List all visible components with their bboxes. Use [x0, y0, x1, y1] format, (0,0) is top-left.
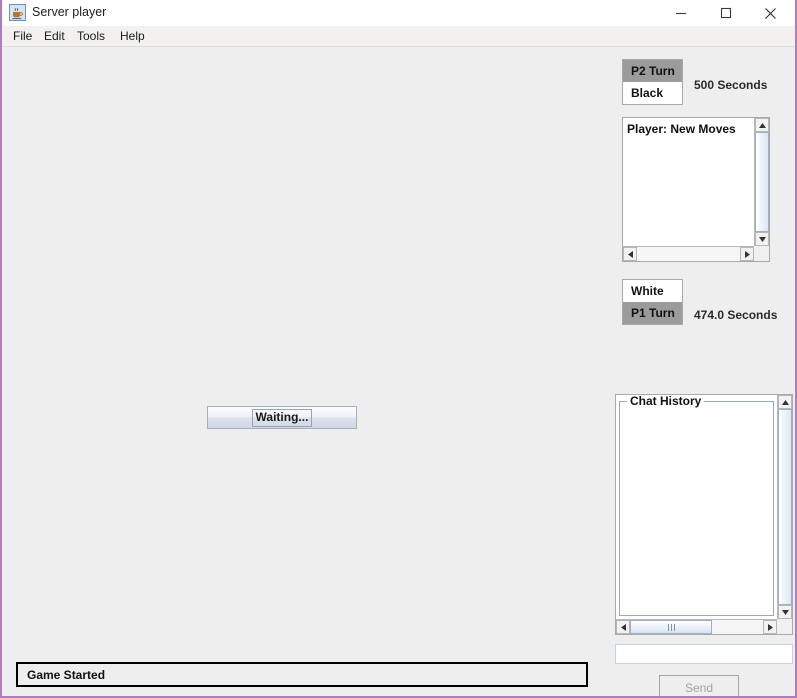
- moves-text: Player: New Moves: [627, 122, 736, 136]
- chat-history-titled-border: Chat History: [619, 395, 774, 616]
- player-two-timer: 500 Seconds: [694, 78, 768, 92]
- moves-vertical-track[interactable]: [755, 132, 769, 232]
- player-one-timer: 474.0 Seconds: [694, 308, 778, 322]
- waiting-button[interactable]: Waiting...: [207, 406, 357, 429]
- close-icon[interactable]: [748, 0, 793, 26]
- chat-horizontal-scrollbar[interactable]: [616, 619, 777, 634]
- triangle-left-icon[interactable]: [623, 247, 637, 261]
- moves-vertical-thumb[interactable]: [755, 132, 769, 232]
- chat-message-input[interactable]: [615, 644, 793, 664]
- menu-item-file[interactable]: File: [8, 28, 37, 44]
- chat-horizontal-track[interactable]: [630, 620, 763, 634]
- triangle-right-icon[interactable]: [740, 247, 754, 261]
- moves-viewport[interactable]: Player: New Moves: [623, 118, 754, 246]
- send-button[interactable]: Send: [659, 675, 739, 696]
- title-bar: Server player: [2, 0, 795, 27]
- menu-item-edit[interactable]: Edit: [39, 28, 70, 44]
- triangle-up-icon[interactable]: [778, 395, 792, 409]
- send-button-label: Send: [684, 681, 714, 695]
- status-bar: Game Started: [16, 662, 588, 687]
- chat-vertical-track[interactable]: [778, 409, 792, 605]
- triangle-down-icon[interactable]: [778, 605, 792, 619]
- content-area: Waiting... Game Started P2 Turn Black 50…: [2, 47, 795, 696]
- player-two-turn-label: P2 Turn: [623, 60, 682, 82]
- chat-scroll-corner: [777, 619, 792, 634]
- chat-horizontal-thumb[interactable]: [630, 620, 713, 634]
- moves-scroll-corner: [754, 246, 769, 261]
- right-panel: P2 Turn Black 500 Seconds Player: New Mo…: [614, 47, 795, 696]
- menu-item-tools[interactable]: Tools: [72, 28, 110, 44]
- chat-history-viewport[interactable]: Chat History: [616, 395, 777, 619]
- moves-horizontal-scrollbar[interactable]: [623, 246, 754, 261]
- window-title: Server player: [32, 5, 107, 19]
- scrollbar-grip-icon: [667, 623, 675, 631]
- player-one-color-label: White: [623, 280, 682, 302]
- player-two-status-box: P2 Turn Black: [622, 59, 683, 105]
- player-one-status-box: White P1 Turn: [622, 279, 683, 325]
- triangle-down-icon[interactable]: [755, 232, 769, 246]
- chat-history-title: Chat History: [627, 395, 705, 408]
- chat-vertical-thumb[interactable]: [778, 409, 792, 605]
- chat-vertical-scrollbar[interactable]: [777, 395, 792, 619]
- waiting-button-label: Waiting...: [251, 408, 313, 427]
- maximize-icon[interactable]: [703, 0, 748, 26]
- menu-item-help[interactable]: Help: [115, 28, 150, 44]
- java-coffee-cup-icon: [9, 4, 26, 21]
- moves-scroll-pane: Player: New Moves: [622, 117, 770, 262]
- minimize-icon[interactable]: [658, 0, 703, 26]
- menu-bar: File Edit Tools Help: [2, 26, 795, 47]
- player-two-color-label: Black: [623, 82, 682, 104]
- status-message: Game Started: [27, 667, 106, 682]
- triangle-left-icon[interactable]: [616, 620, 630, 634]
- moves-vertical-scrollbar[interactable]: [754, 118, 769, 246]
- moves-horizontal-track[interactable]: [637, 247, 740, 261]
- player-one-turn-label: P1 Turn: [623, 302, 682, 324]
- application-window: Server player File Edit Tools Help Waiti…: [0, 0, 797, 698]
- triangle-up-icon[interactable]: [755, 118, 769, 132]
- chat-history-scroll-pane: Chat History: [615, 394, 793, 635]
- triangle-right-icon[interactable]: [763, 620, 777, 634]
